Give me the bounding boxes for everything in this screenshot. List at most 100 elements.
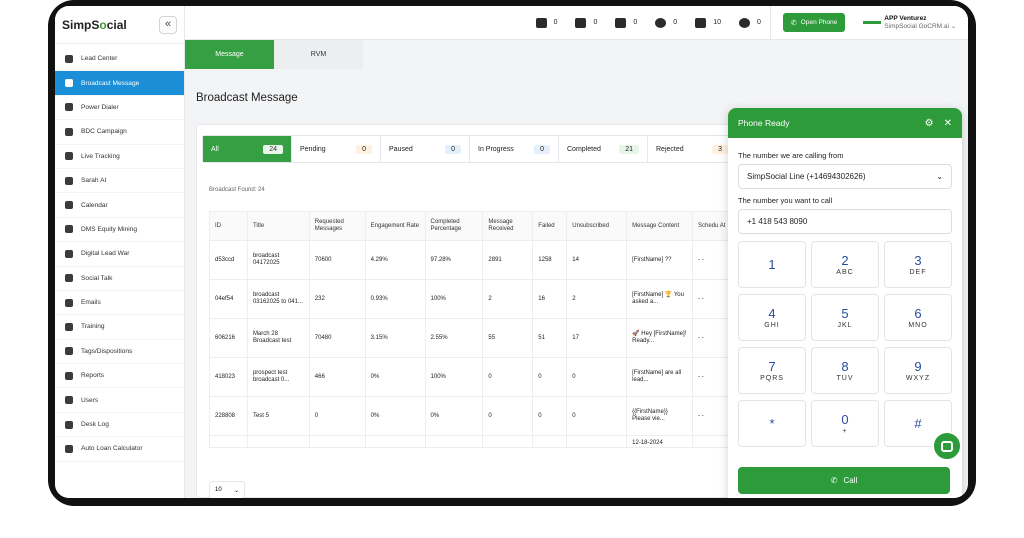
bell-counter[interactable]: 10	[686, 6, 730, 40]
sidebar-item-auto-loan-calculator[interactable]: Auto Loan Calculator	[55, 437, 184, 462]
call-button[interactable]: ✆ Call	[738, 467, 950, 494]
key-digit: 4	[768, 305, 776, 321]
tab-rvm[interactable]: RVM	[274, 40, 363, 69]
table-cell: 2	[482, 279, 534, 319]
sidebar-item-label: Power Dialer	[81, 103, 119, 111]
filter-paused[interactable]: Paused 0	[381, 136, 470, 162]
key-1-button[interactable]: 1	[738, 241, 806, 288]
chat-widget-icon[interactable]	[932, 431, 962, 461]
key-6-button[interactable]: 6 MNO	[884, 294, 952, 341]
column-header[interactable]: Requested Messages	[308, 211, 366, 241]
keypad: 1 2 ABC 3 DEF 4 GHI 5 JKL 6 MNO 7 PQRS 8 TUV 9 WXYZ * 0 + #	[738, 241, 952, 447]
key-8-button[interactable]: 8 TUV	[811, 347, 879, 394]
table-cell: 606216	[209, 318, 248, 358]
missed-call-counter[interactable]: 0	[606, 6, 646, 40]
sidebar-item-label: Users	[81, 396, 99, 404]
alarm-counter[interactable]: 0	[646, 6, 686, 40]
sidebar-item-social-talk[interactable]: Social Talk	[55, 267, 184, 291]
sidebar-item-power-dialer[interactable]: Power Dialer	[55, 96, 184, 121]
column-header[interactable]: Completed Percentage	[424, 211, 484, 241]
column-header[interactable]: Message Received	[482, 211, 534, 241]
close-icon[interactable]: ✕	[944, 118, 952, 129]
column-header[interactable]: Message Content	[626, 211, 694, 241]
calling-from-select[interactable]: SimpSocial Line (+14694302626) ⌄	[738, 164, 952, 189]
table-cell: 70480	[308, 318, 366, 358]
table-cell: 0	[566, 357, 628, 397]
open-phone-button[interactable]: ✆ Open Phone	[782, 13, 846, 32]
table-row[interactable]: 04ef54 broadcast 03162025 to 041... 232 0.9…	[209, 279, 737, 319]
brand-logo[interactable]: SimpSocial	[62, 18, 127, 32]
column-header[interactable]: Failed	[532, 211, 568, 241]
mail-counter[interactable]: 0	[527, 6, 567, 40]
tab-message[interactable]: Message	[185, 40, 274, 69]
column-header[interactable]: Engagement Rate	[364, 211, 426, 241]
message-counter[interactable]: 0	[566, 6, 606, 40]
table-cell: 228808	[209, 396, 248, 436]
sidebar-item-bdc-campaign[interactable]: BDC Campaign	[55, 120, 184, 145]
column-header[interactable]: Title	[246, 211, 310, 241]
sidebar-item-reports[interactable]: Reports	[55, 364, 184, 389]
at-counter[interactable]: 0	[730, 6, 770, 40]
sidebar-item-label: Broadcast Message	[81, 79, 140, 87]
filter-label: Paused	[389, 145, 413, 153]
key-3-button[interactable]: 3 DEF	[884, 241, 952, 288]
user-status-bar	[863, 21, 882, 24]
call-to-label: The number you want to call	[738, 196, 833, 205]
filter-rejected[interactable]: Rejected 3	[648, 136, 737, 162]
sidebar-item-lead-center[interactable]: Lead Center	[55, 47, 184, 72]
mail-icon	[65, 298, 73, 307]
table-row[interactable]: 606216 March 28 Broadcast test 70480 3.15% 2…	[209, 318, 737, 358]
filter-count-badge: 0	[445, 144, 461, 154]
filter-pending[interactable]: Pending 0	[292, 136, 381, 162]
filter-all[interactable]: All 24	[203, 136, 292, 162]
table-row[interactable]: 228808 Test 5 0 0% 0% 0 0 0 {{FirstName}} Please…	[209, 396, 737, 436]
sidebar-item-broadcast-message[interactable]: Broadcast Message	[55, 71, 184, 96]
filter-count-badge: 0	[534, 144, 550, 154]
sidebar-item-dms-equity-mining[interactable]: DMS Equity Mining	[55, 218, 184, 243]
table-row[interactable]: 12-18-2024	[209, 435, 737, 448]
sidebar-item-desk-log[interactable]: Desk Log	[55, 413, 184, 438]
key-7-button[interactable]: 7 PQRS	[738, 347, 806, 394]
logo-row: SimpSocial «	[55, 6, 184, 44]
phone-dialer: Phone Ready ⚙ ✕ The number we are callin…	[728, 108, 962, 498]
key-9-button[interactable]: 9 WXYZ	[884, 347, 952, 394]
key-5-button[interactable]: 5 JKL	[811, 294, 879, 341]
key-letters: DEF	[909, 268, 927, 276]
sidebar-item-users[interactable]: Users	[55, 388, 184, 413]
chevron-down-icon: ⌄	[233, 487, 239, 494]
sidebar-item-training[interactable]: Training	[55, 315, 184, 340]
page-size-select[interactable]: 10 ⌄	[209, 481, 245, 498]
key-0-button[interactable]: 0 +	[811, 400, 879, 447]
collapse-sidebar-button[interactable]: «	[159, 16, 177, 34]
sidebar-item-calendar[interactable]: Calendar	[55, 193, 184, 218]
megaphone-icon	[65, 127, 73, 136]
key-letters: TUV	[836, 374, 854, 382]
sidebar-item-tags-dispositions[interactable]: Tags/Dispositions	[55, 340, 184, 365]
key-digit: 1	[768, 256, 776, 272]
key-4-button[interactable]: 4 GHI	[738, 294, 806, 341]
table-cell: 97.28%	[424, 240, 484, 280]
filter-in-progress[interactable]: In Progress 0	[470, 136, 559, 162]
filter-count-badge: 21	[619, 144, 639, 154]
sidebar-item-live-tracking[interactable]: Live Tracking	[55, 145, 184, 169]
user-menu[interactable]: APP Venturez SimpSocial GoCRM.ai ⌄	[863, 15, 956, 31]
key-2-button[interactable]: 2 ABC	[811, 241, 879, 288]
column-header[interactable]: ID	[209, 211, 248, 241]
gear-icon[interactable]: ⚙	[925, 118, 934, 129]
table-cell: March 28 Broadcast test	[246, 318, 310, 358]
sidebar-item-sarah-ai[interactable]: Sarah AI	[55, 169, 184, 194]
phone-number-input[interactable]: +1 418 543 8090	[738, 209, 952, 234]
filter-completed[interactable]: Completed 21	[559, 136, 648, 162]
table-cell: 4.29%	[364, 240, 426, 280]
table-cell: Test 5	[246, 396, 310, 436]
column-header[interactable]: Unsubscribed	[566, 211, 628, 241]
sidebar-item-emails[interactable]: Emails	[55, 291, 184, 316]
table-row[interactable]: 418023 prospect test broadcast 0... 466 0% 1…	[209, 357, 737, 397]
key-star-button[interactable]: *	[738, 400, 806, 447]
table-cell: 0	[482, 396, 534, 436]
sidebar-item-label: Auto Loan Calculator	[81, 445, 143, 453]
table-cell: broadcast 04172025	[246, 240, 310, 280]
table-row[interactable]: d53ccd broadcast 04172025 70600 4.29% 97.28%…	[209, 240, 737, 280]
sidebar-item-digital-lead-war[interactable]: Digital Lead War	[55, 242, 184, 267]
table-cell	[532, 435, 568, 448]
